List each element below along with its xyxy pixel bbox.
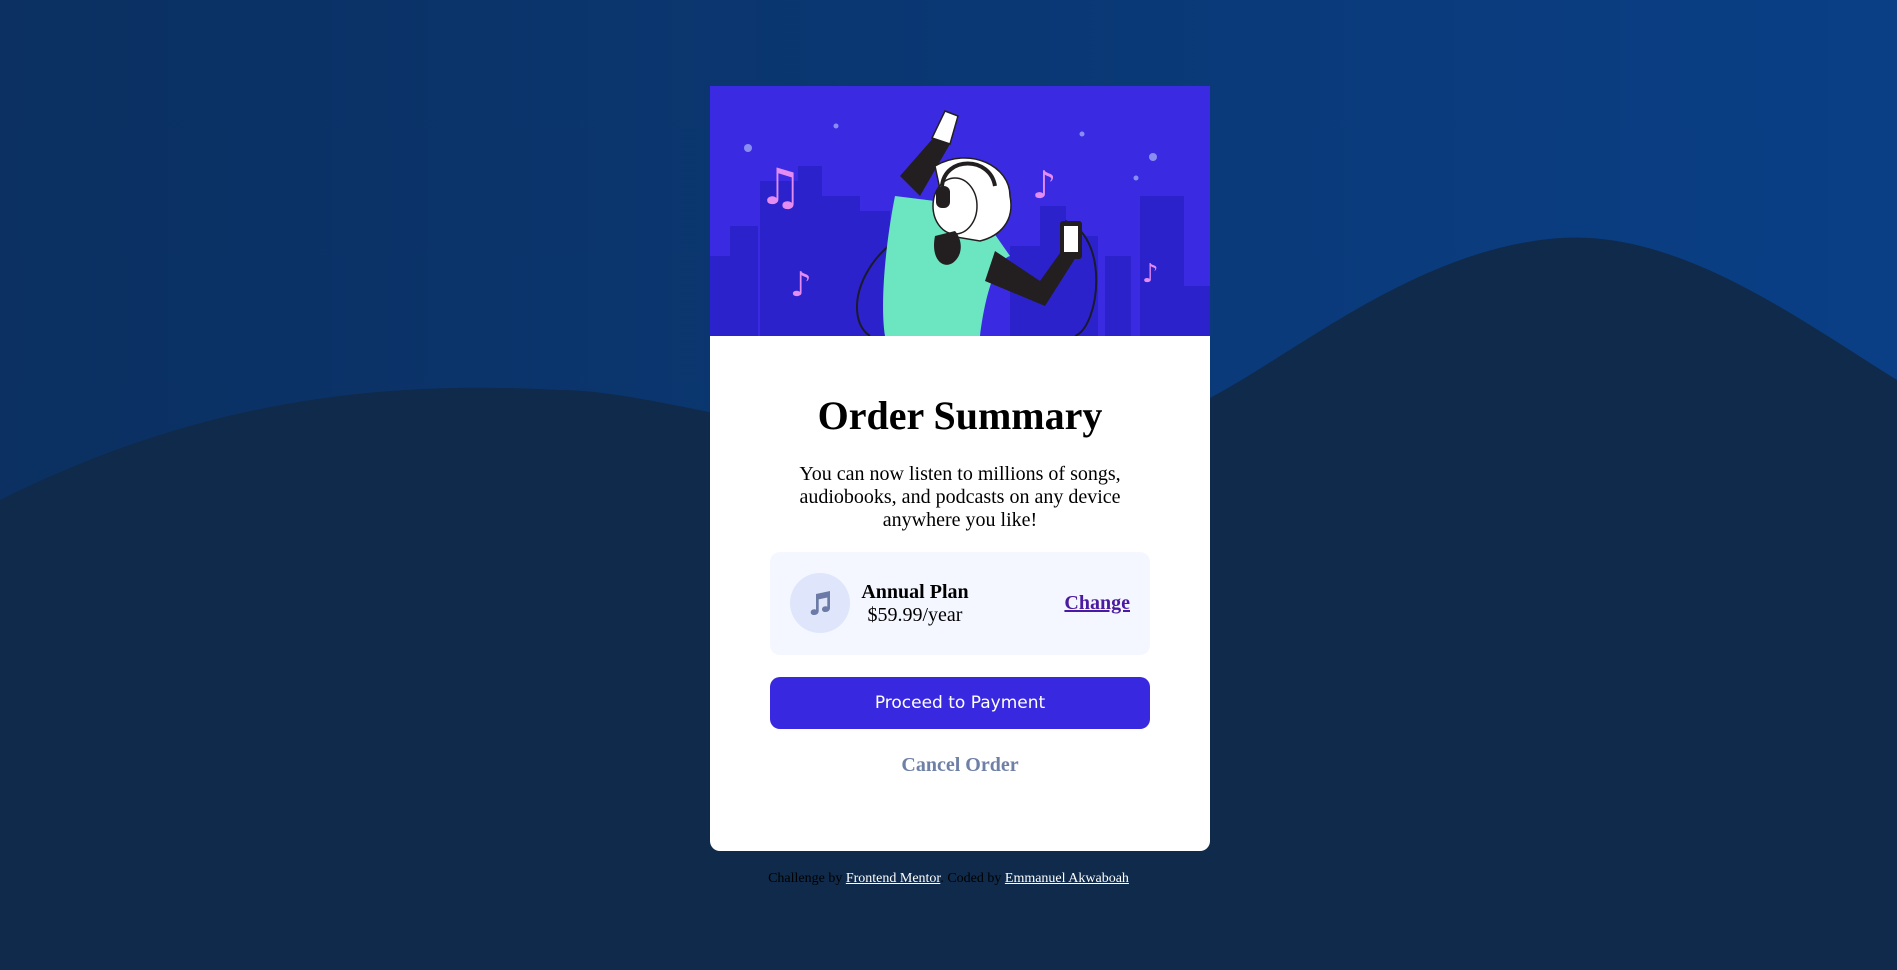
order-summary-card: ♫ ♪ ♪ ♪ Order Summary You can now listen… — [710, 86, 1210, 851]
proceed-to-payment-button[interactable]: Proceed to Payment — [770, 677, 1150, 729]
plan-name: Annual Plan — [861, 581, 969, 603]
music-note-icon — [790, 573, 850, 633]
svg-text:♫: ♫ — [758, 158, 803, 216]
music-listener-illustration: ♫ ♪ ♪ ♪ — [710, 86, 1210, 336]
attribution-coded-prefix: . Coded by — [940, 871, 1002, 886]
plan-panel: Annual Plan $59.99/year Change — [770, 552, 1150, 655]
page-title: Order Summary — [817, 393, 1103, 438]
plan-price: $59.99/year — [867, 604, 963, 626]
svg-text:♪: ♪ — [1032, 163, 1056, 207]
attribution: Challenge by Frontend Mentor. Coded by E… — [0, 871, 1897, 887]
cancel-order-button[interactable]: Cancel Order — [770, 750, 1150, 780]
change-plan-link[interactable]: Change — [1064, 592, 1130, 615]
frontend-mentor-link[interactable]: Frontend Mentor — [846, 871, 941, 886]
order-description: You can now listen to millions of songs,… — [799, 463, 1121, 531]
attribution-challenge-prefix: Challenge by — [768, 871, 843, 886]
svg-text:♪: ♪ — [790, 265, 812, 305]
author-link[interactable]: Emmanuel Akwaboah — [1005, 871, 1129, 886]
svg-text:♪: ♪ — [1142, 259, 1159, 289]
